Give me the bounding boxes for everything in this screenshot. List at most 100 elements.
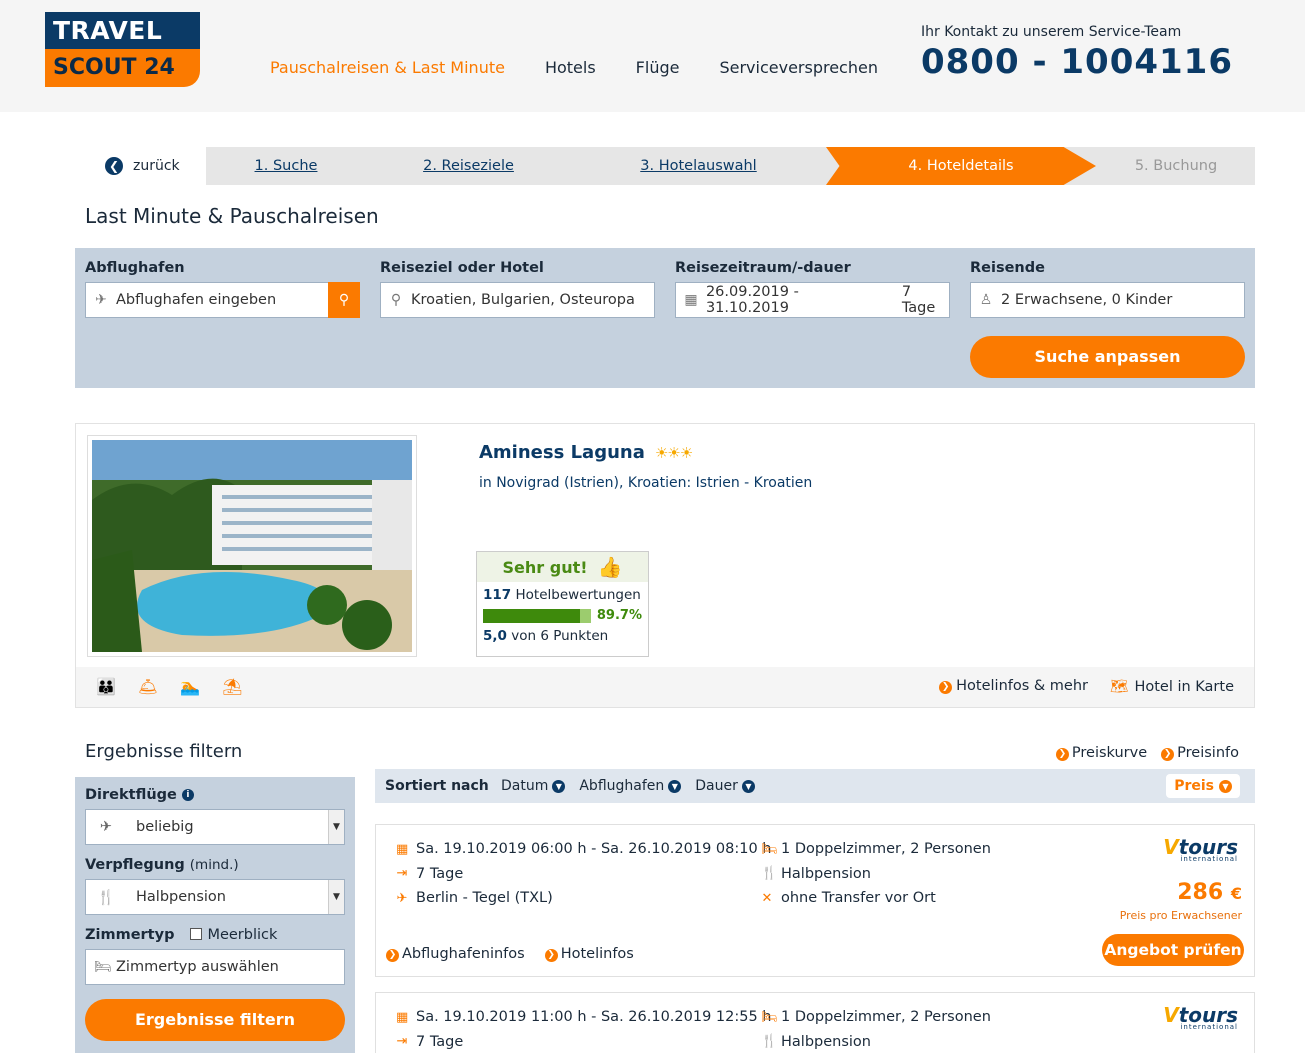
seaview-label: Meerblick bbox=[207, 927, 278, 943]
swimming-icon: 🏊 bbox=[180, 677, 201, 696]
arrow-right-icon: ⇥ bbox=[396, 866, 408, 882]
offer-price: 286 € bbox=[1177, 880, 1242, 905]
calendar-icon: ▦ bbox=[396, 841, 409, 857]
contact-box: Ihr Kontakt zu unserem Service-Team 0800… bbox=[921, 24, 1233, 82]
airport-info-link[interactable]: ❯ Abflughafeninfos bbox=[386, 946, 525, 962]
recommend-bar-fill bbox=[483, 608, 580, 623]
hotel-info-link[interactable]: ❯ Hotelinfos & mehr bbox=[939, 678, 1088, 695]
nav-serviceversprechen[interactable]: Serviceversprechen bbox=[719, 58, 878, 77]
chevron-down-icon: ▼ bbox=[741, 779, 755, 793]
offer-links: ❯ Abflughafeninfos ❯ Hotelinfos bbox=[386, 946, 634, 962]
info-icon[interactable]: i bbox=[181, 789, 194, 801]
step-track: 1. Suche 2. Reiseziele 3. Hotelauswahl 4… bbox=[206, 147, 1255, 185]
direct-flights-label: Direktflüge i bbox=[85, 787, 345, 803]
sort-preis[interactable]: Preis ▼ bbox=[1166, 774, 1240, 798]
period-duration: 7 Tage bbox=[901, 284, 936, 316]
offer-dates: Sa. 19.10.2019 06:00 h - Sa. 26.10.2019 … bbox=[416, 841, 772, 858]
filter-results-button[interactable]: Ergebnisse filtern bbox=[85, 999, 345, 1041]
offer-details-left: ▦ Sa. 19.10.2019 06:00 h - Sa. 26.10.2019… bbox=[396, 837, 772, 911]
sort-preis-label: Preis bbox=[1174, 778, 1214, 794]
back-button[interactable]: ❮ zurück bbox=[95, 147, 206, 185]
price-curve-link[interactable]: ❯ Preiskurve bbox=[1055, 745, 1147, 761]
offer-board: Halbpension bbox=[781, 865, 871, 882]
chevron-down-icon: ▼ bbox=[328, 880, 344, 914]
checkbox-icon bbox=[190, 928, 203, 940]
period-label: Reisezeitraum/-dauer bbox=[675, 260, 851, 276]
step-hotelauswahl[interactable]: 3. Hotelauswahl bbox=[601, 147, 796, 185]
chevron-right-icon: ❯ bbox=[386, 949, 399, 962]
offer-board: Halbpension bbox=[781, 1033, 871, 1050]
adjust-search-button[interactable]: Suche anpassen bbox=[970, 336, 1245, 378]
review-count-row: 117 Hotelbewertungen bbox=[477, 587, 648, 603]
contact-phone[interactable]: 0800 - 1004116 bbox=[921, 42, 1233, 82]
hotel-map-link[interactable]: 🗺 Hotel in Karte bbox=[1110, 678, 1234, 695]
offer-card: ▦ Sa. 19.10.2019 11:00 h - Sa. 26.10.2019… bbox=[375, 992, 1255, 1053]
airport-input[interactable]: ✈ Abflughafen eingeben ⚲ bbox=[85, 282, 360, 318]
hotel-photo[interactable] bbox=[87, 435, 417, 657]
room-type-row: Zimmertyp Meerblick bbox=[85, 927, 345, 943]
person-icon: ♙ bbox=[979, 292, 993, 308]
review-label[interactable]: Hotelbewertungen bbox=[515, 587, 640, 603]
room-type-placeholder: Zimmertyp auswählen bbox=[116, 959, 279, 975]
plane-icon: ✈ bbox=[396, 890, 408, 906]
sort-bar: Sortiert nach Datum ▼ Abflughafen ▼ Dauer ▼… bbox=[375, 769, 1255, 803]
offer-hotel-info-link[interactable]: ❯ Hotelinfos bbox=[544, 946, 634, 962]
score-value: 5,0 bbox=[483, 628, 507, 644]
board-text: Verpflegung bbox=[85, 857, 185, 873]
filter-sidebar: Direktflüge i ✈ beliebig ▼ Verpflegung (… bbox=[75, 777, 355, 1053]
step-suche[interactable]: 1. Suche bbox=[206, 147, 366, 185]
offer-currency: € bbox=[1230, 884, 1242, 903]
travelscout-logo[interactable]: TRAVEL SCOUT 24 bbox=[45, 12, 200, 87]
sort-abflughafen[interactable]: Abflughafen ▼ bbox=[579, 778, 682, 794]
filter-title: Ergebnisse filtern bbox=[85, 741, 243, 762]
offer-board-row: 🍴 Halbpension bbox=[761, 1030, 991, 1053]
seaview-checkbox[interactable]: Meerblick bbox=[190, 927, 277, 943]
direct-flights-select[interactable]: ✈ beliebig ▼ bbox=[85, 809, 345, 845]
rating-verdict: Sehr gut! bbox=[502, 557, 588, 577]
hotel-name-text: Aminess Laguna bbox=[479, 442, 645, 463]
sort-datum[interactable]: Datum ▼ bbox=[501, 778, 566, 794]
period-input[interactable]: ▦ 26.09.2019 - 31.10.2019 7 Tage bbox=[675, 282, 950, 318]
check-offer-button[interactable]: Angebot prüfen bbox=[1102, 934, 1244, 966]
chevron-left-icon: ❮ bbox=[105, 157, 123, 175]
booking-steps: ❮ zurück 1. Suche 2. Reiseziele 3. Hotel… bbox=[95, 147, 1255, 185]
airport-placeholder: Abflughafen eingeben bbox=[116, 292, 277, 308]
chevron-right-icon: ❯ bbox=[939, 681, 953, 694]
operator-logo: Vtours international bbox=[1163, 1003, 1238, 1031]
airport-search-button[interactable]: ⚲ bbox=[328, 282, 360, 318]
calendar-icon: ▦ bbox=[396, 1009, 409, 1025]
nav-fluege[interactable]: Flüge bbox=[636, 58, 680, 77]
offer-duration-row: ⇥ 7 Tage bbox=[396, 1030, 772, 1053]
destination-field: Reiseziel oder Hotel ⚲ Kroatien, Bulgari… bbox=[380, 260, 655, 318]
calendar-icon: ▦ bbox=[684, 292, 698, 308]
chevron-right-icon: ❯ bbox=[1055, 748, 1069, 761]
page-title: Last Minute & Pauschalreisen bbox=[85, 204, 379, 228]
offer-duration: 7 Tage bbox=[416, 1033, 464, 1050]
chevron-right-icon: ❯ bbox=[1161, 748, 1175, 761]
recommend-percent: 89.7% bbox=[596, 608, 642, 623]
travelers-value: 2 Erwachsene, 0 Kinder bbox=[1001, 292, 1173, 308]
hotel-info-label: Hotelinfos & mehr bbox=[956, 678, 1089, 694]
offer-room: 1 Doppelzimmer, 2 Personen bbox=[781, 1009, 991, 1026]
no-transfer-icon: ✕ bbox=[761, 890, 773, 906]
rating-head: Sehr gut! 👍 bbox=[477, 552, 648, 582]
board-select[interactable]: 🍴 Halbpension ▼ bbox=[85, 879, 345, 915]
sort-dauer[interactable]: Dauer ▼ bbox=[695, 778, 755, 794]
travelers-input[interactable]: ♙ 2 Erwachsene, 0 Kinder bbox=[970, 282, 1245, 318]
family-icon: 👪 bbox=[96, 677, 116, 696]
nav-pauschalreisen[interactable]: Pauschalreisen & Last Minute bbox=[270, 58, 505, 77]
header: TRAVEL SCOUT 24 Pauschalreisen & Last Mi… bbox=[0, 0, 1305, 112]
room-type-input[interactable]: 🛏 Zimmertyp auswählen bbox=[85, 949, 345, 985]
offer-dates: Sa. 19.10.2019 11:00 h - Sa. 26.10.2019 … bbox=[416, 1009, 772, 1026]
price-info-link[interactable]: ❯ Preisinfo bbox=[1161, 745, 1239, 761]
bed-icon: 🛏 bbox=[761, 1009, 778, 1025]
step-reiseziele[interactable]: 2. Reiseziele bbox=[366, 147, 571, 185]
destination-input[interactable]: ⚲ Kroatien, Bulgarien, Osteuropa bbox=[380, 282, 655, 318]
offer-card: ▦ Sa. 19.10.2019 06:00 h - Sa. 26.10.2019… bbox=[375, 824, 1255, 977]
direct-flights-text: Direktflüge bbox=[85, 787, 177, 803]
rating-box: Sehr gut! 👍 117 Hotelbewertungen 89.7% 5… bbox=[476, 551, 649, 657]
offer-dates-row: ▦ Sa. 19.10.2019 06:00 h - Sa. 26.10.2019… bbox=[396, 837, 772, 862]
main-nav: Pauschalreisen & Last Minute Hotels Flüg… bbox=[270, 58, 878, 77]
beach-icon: ⛱ bbox=[222, 677, 243, 696]
nav-hotels[interactable]: Hotels bbox=[545, 58, 596, 77]
